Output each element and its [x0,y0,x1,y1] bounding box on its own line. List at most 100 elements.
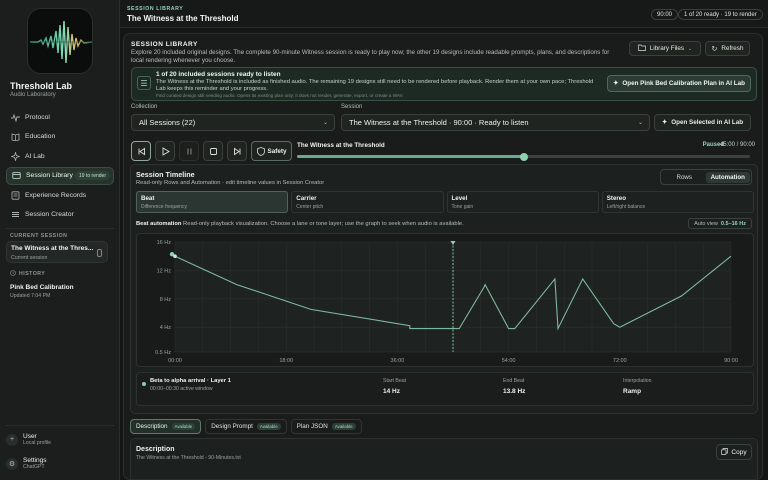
refresh-icon: ↻ [711,45,718,53]
progress-handle[interactable] [519,152,528,161]
safety-button[interactable]: Safety [251,141,292,161]
shield-icon [256,146,265,156]
progress-track[interactable] [297,152,750,161]
history-item[interactable]: Pink Bed Calibration Updated 7:04 PM [10,284,74,299]
lane-sub: Tone gain [451,203,474,210]
lane-beat[interactable]: Beat Difference frequency [136,191,289,213]
automation-desc: Read-only playback visualization. Choose… [183,221,464,227]
tab-description[interactable]: Description Available [130,419,202,434]
pause-button[interactable] [179,141,199,161]
stop-icon [209,147,217,155]
start-beat-cell: Start Beat 14 Hz [383,378,406,395]
interpolation-cell: Interpolation Ramp [623,378,652,395]
lane-sub: Left/right balance [606,203,646,210]
segment-cell: Beta to alpha arrival · Layer 1 00:00–00… [150,378,231,392]
settings-button[interactable]: ⚙ Settings ChatGPT [6,457,114,470]
book-icon [10,132,20,142]
automation-chart-svg[interactable]: 16 Hz 12 Hz 8 Hz 4 Hz 0.5 Hz 00:00 18:00 36:00 5… [137,234,755,368]
sidebar: Threshold Lab Audio Laboratory Protocol … [0,0,120,480]
x-tick-label: 00:00 [168,358,182,364]
lane-name: Level [451,195,468,202]
tab-label: Description [136,423,168,430]
lane-sub: Center pitch [296,203,324,210]
settings-sub: ChatGPT [23,464,45,470]
play-button[interactable] [155,141,175,161]
app-logo [27,8,93,74]
lane-level[interactable]: Level Tone gain [446,191,599,213]
collection-select[interactable]: All Sessions (22) ⌄ [131,114,335,131]
sidebar-item-session-creator[interactable]: Session Creator [6,206,114,224]
automation-chart[interactable]: 16 Hz 12 Hz 8 Hz 4 Hz 0.5 Hz 00:00 18:00 36:00 5… [136,233,754,367]
sidebar-item-label: Session Creator [25,211,74,218]
tab-label: Design Prompt [211,423,253,430]
y-tick-label: 4 Hz [160,325,172,331]
open-plan-button[interactable]: ✦ Open Pink Bed Calibration Plan in AI L… [607,75,751,92]
divider [6,425,114,426]
lane-stereo[interactable]: Stereo Left/right balance [601,191,754,213]
folder-icon [637,44,646,53]
x-tick-label: 90:00 [724,358,738,364]
sidebar-item-label: Session Library [26,172,73,179]
sidebar-item-label: AI Lab [25,152,45,160]
chevron-down-icon: ⌄ [322,120,328,126]
tab-plan-json[interactable]: Plan JSON Available [290,419,362,434]
skip-forward-button[interactable] [227,141,247,161]
current-session-label: CURRENT SESSION [10,233,68,239]
wave-icon [10,112,20,122]
lane-name: Beat [141,195,155,202]
y-tick-label: 8 Hz [160,297,172,303]
history-item-title: Pink Bed Calibration [10,284,74,291]
x-tick-label: 54:00 [502,358,516,364]
pin-icon[interactable] [97,249,102,257]
automation-caption: Beat automation Read-only playback visua… [136,221,464,227]
sidebar-item-session-library[interactable]: Session Library 19 to render [6,166,114,185]
safety-label: Safety [267,147,287,155]
tab-rows[interactable]: Rows [663,172,707,183]
copy-icon [721,447,729,457]
skip-back-icon [138,147,145,155]
library-files-button[interactable]: Library Files ⌄ [629,41,701,56]
lane-selector: Beat Difference frequency Carrier Center… [136,191,754,213]
description-panel: Description The Witness at the Threshold… [130,438,758,479]
tab-automation[interactable]: Automation [706,171,750,183]
library-icon [11,171,21,181]
session-select[interactable]: The Witness at the Threshold · 90:00 · R… [341,114,650,131]
stop-button[interactable] [203,141,223,161]
user-icon: + [6,433,18,446]
sidebar-item-education[interactable]: Education [6,128,114,146]
auto-view-badge[interactable]: Auto view 0.5–16 Hz [688,218,752,229]
render-count-badge: 19 to render [75,171,110,180]
play-icon [162,146,170,156]
notice-heading: 1 of 20 included sessions ready to liste… [156,71,281,78]
sidebar-item-experience-records[interactable]: Experience Records [6,186,114,204]
y-tick-label: 16 Hz [157,240,172,246]
open-selected-button[interactable]: ✦ Open Selected in AI Lab [654,114,751,131]
interpolation-value: Ramp [623,388,642,395]
lane-carrier[interactable]: Carrier Center pitch [291,191,444,213]
description-title: Description [136,446,175,453]
ready-notice: ☰ 1 of 20 included sessions ready to lis… [131,67,757,101]
current-session-sub: Current session [11,254,48,261]
content-tabs: Description Available Design Prompt Avai… [130,419,362,434]
skip-back-button[interactable] [131,141,151,161]
view-toggle: Rows Automation [660,169,752,185]
copy-button[interactable]: Copy [716,444,752,460]
refresh-button[interactable]: ↻ Refresh [705,41,750,56]
gear-icon: ⚙ [6,457,18,470]
sidebar-item-protocol[interactable]: Protocol [6,108,114,126]
end-beat-label: End Beat [503,378,525,384]
skip-forward-icon [233,147,240,155]
chevron-down-icon: ⌄ [688,45,693,52]
tab-design-prompt[interactable]: Design Prompt Available [205,419,287,434]
history-label: HISTORY [19,271,46,277]
track-title: The Witness at the Threshold [297,142,385,149]
open-selected-label: Open Selected in AI Lab [671,119,744,126]
user-profile-button[interactable]: + User Local profile [6,433,114,446]
sidebar-nav: Protocol Education AI Lab Session Librar… [6,108,114,225]
segment-dot [142,382,146,386]
sidebar-item-label: Experience Records [25,191,87,199]
data-point[interactable] [173,254,177,258]
history-label-row: HISTORY [10,270,45,278]
sidebar-item-ai-lab[interactable]: AI Lab [6,147,114,165]
current-session-card[interactable]: The Witness at the Thres... Current sess… [6,241,108,263]
